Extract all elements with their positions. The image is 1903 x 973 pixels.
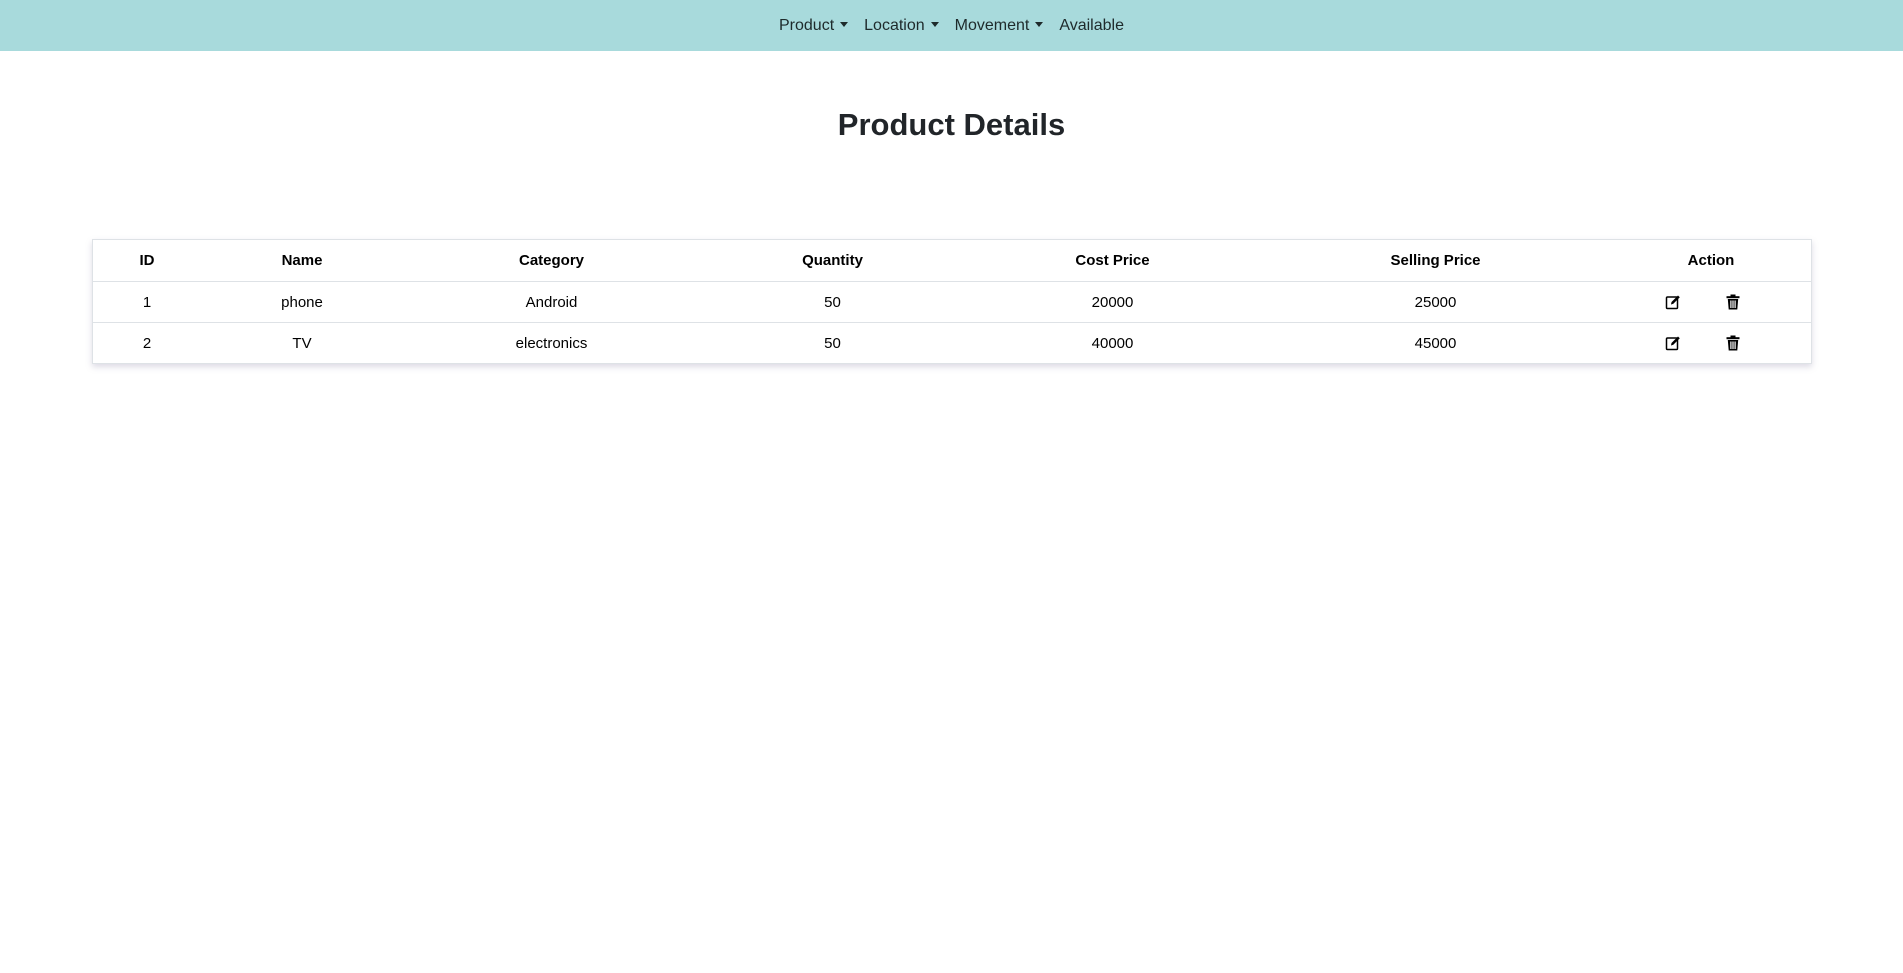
header-cost-price: Cost Price — [965, 240, 1260, 282]
cell-quantity: 50 — [824, 334, 841, 352]
table-row: 2 TV electronics 50 40000 45000 — [93, 323, 1811, 364]
cell-action — [1611, 323, 1811, 364]
page-title: Product Details — [837, 107, 1066, 142]
header-selling-price: Selling Price — [1260, 240, 1611, 282]
nav-item-location[interactable]: Location — [856, 0, 947, 51]
nav-item-label: Product — [779, 16, 835, 34]
trash-icon[interactable] — [1724, 334, 1742, 352]
header-name: Name — [201, 240, 403, 282]
nav-item-label: Location — [864, 16, 925, 34]
cell-quantity: 50 — [700, 281, 965, 323]
cell-cost-price: 40000 — [1091, 334, 1134, 352]
caret-down-icon — [930, 22, 939, 27]
product-table-container: ID Name Category Quantity Cost Price Sel… — [92, 239, 1812, 364]
product-table: ID Name Category Quantity Cost Price Sel… — [93, 240, 1811, 363]
cell-name: TV — [292, 334, 312, 352]
header-quantity: Quantity — [700, 240, 965, 282]
cell-action — [1611, 281, 1811, 323]
edit-icon[interactable] — [1664, 334, 1682, 352]
cell-category: Android — [403, 281, 700, 323]
table-row: 1 phone Android 50 20000 25000 — [93, 281, 1811, 323]
table-header-row: ID Name Category Quantity Cost Price Sel… — [93, 240, 1811, 282]
nav-item-label: Movement — [954, 16, 1030, 34]
caret-down-icon — [840, 22, 849, 27]
action-buttons — [1604, 324, 1802, 362]
header-id: ID — [93, 240, 201, 282]
trash-icon[interactable] — [1724, 293, 1742, 311]
top-navbar: Product Location Movement Available — [0, 0, 1903, 51]
nav-item-movement[interactable]: Movement — [947, 0, 1052, 51]
cell-selling-price: 45000 — [1414, 334, 1457, 352]
cell-selling-price: 25000 — [1260, 281, 1611, 323]
nav-item-product[interactable]: Product — [771, 0, 856, 51]
header-action: Action — [1611, 240, 1811, 282]
header-category: Category — [403, 240, 700, 282]
nav-item-label: Available — [1059, 16, 1124, 34]
edit-icon[interactable] — [1664, 293, 1682, 311]
caret-down-icon — [1035, 22, 1044, 27]
cell-category: electronics — [515, 334, 588, 352]
cell-id: 2 — [142, 334, 152, 352]
nav-item-available[interactable]: Available — [1051, 0, 1132, 51]
nav-menu: Product Location Movement Available — [771, 0, 1132, 51]
cell-cost-price: 20000 — [965, 281, 1260, 323]
cell-name: phone — [201, 281, 403, 323]
action-buttons — [1604, 283, 1802, 321]
cell-id: 1 — [93, 281, 201, 323]
